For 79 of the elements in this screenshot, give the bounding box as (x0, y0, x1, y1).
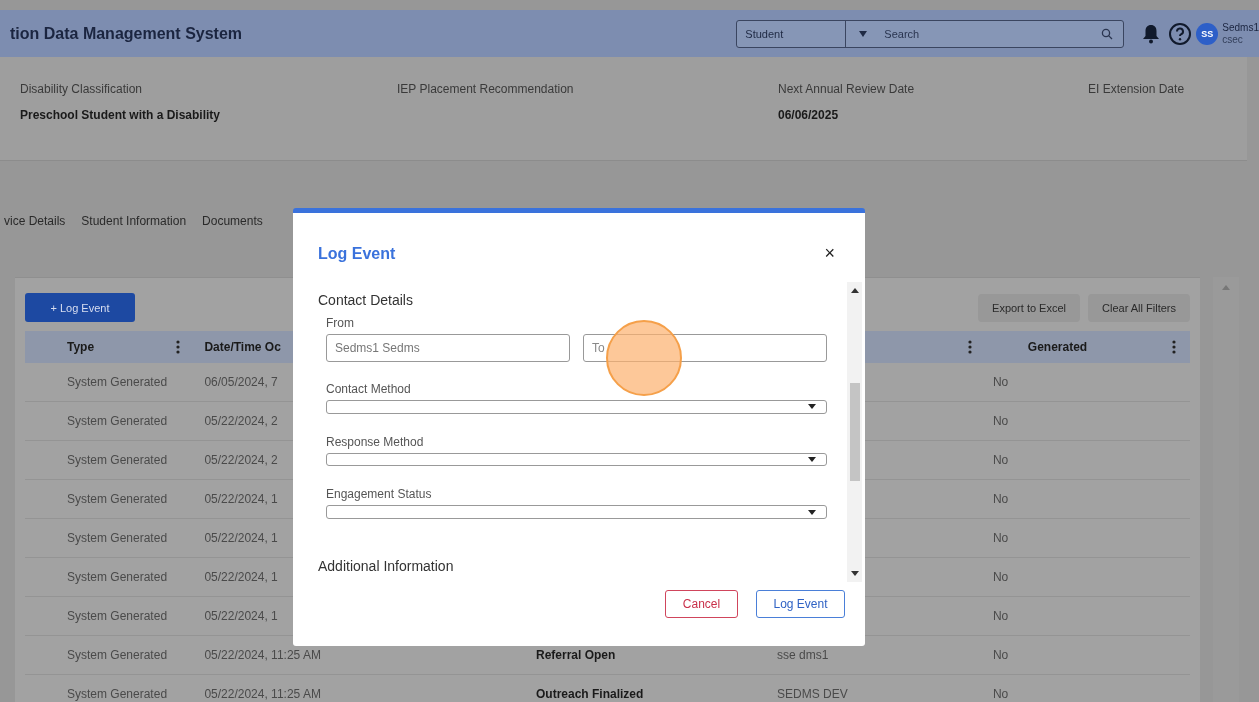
user-avatar[interactable]: SS (1196, 22, 1219, 45)
table-cell: 05/22/2024, 2 (204, 414, 278, 428)
table-cell: No (992, 648, 1009, 662)
search-icon[interactable] (1101, 27, 1114, 40)
scroll-down-icon[interactable] (850, 571, 859, 576)
toolbar-button[interactable]: Clear All Filters (1088, 293, 1190, 322)
scrollbar[interactable] (847, 282, 862, 582)
field-value: 06/06/2025 (778, 108, 840, 122)
column-header[interactable]: Generated (1027, 340, 1088, 354)
dropdown-field[interactable] (326, 400, 827, 414)
table-cell: Referral Open (535, 648, 616, 662)
user-name: Sedms1 (1222, 21, 1259, 34)
field-label: EI Extension Date (1088, 82, 1185, 96)
column-menu-icon[interactable] (967, 340, 972, 354)
table-cell: 05/22/2024, 1 (204, 609, 278, 623)
field-label: From (326, 316, 355, 330)
caret-icon (808, 509, 816, 515)
table-cell: System Generated (67, 453, 168, 467)
scrollbar-thumb[interactable] (849, 383, 860, 481)
table-cell: No (992, 531, 1009, 545)
table-cell: Outreach Finalized (535, 687, 644, 701)
log-event-button[interactable]: + Log Event (25, 293, 135, 322)
table-cell: No (992, 570, 1009, 584)
tab[interactable]: Documents (202, 214, 263, 227)
table-cell: sse dms1 (776, 648, 829, 662)
table-cell: 06/05/2024, 7 (204, 375, 278, 389)
section-heading: Contact Details (318, 292, 414, 308)
table-cell: System Generated (67, 609, 168, 623)
table-cell: System Generated (67, 492, 168, 506)
column-header[interactable]: Date/Time Oc (204, 340, 281, 354)
table-cell: System Generated (67, 570, 168, 584)
tab[interactable]: Student Information (81, 214, 187, 227)
table-cell: 05/22/2024, 1 (204, 570, 278, 584)
toolbar-button[interactable]: Export to Excel (978, 293, 1081, 322)
caret-icon (808, 404, 816, 410)
table-cell: System Generated (67, 648, 168, 662)
field-label: Response Method (326, 434, 425, 449)
dropdown-field[interactable] (326, 505, 827, 519)
app-title: tion Data Management System (10, 24, 244, 43)
caret-icon (808, 457, 816, 462)
table-cell: System Generated (67, 687, 168, 701)
search-field[interactable]: Student Search (736, 19, 1125, 48)
user-role: csec (1222, 33, 1244, 46)
table-cell: 05/22/2024, 11:25 AM (204, 687, 321, 701)
field-label: IEP Placement Recommendation (397, 82, 575, 96)
field-label: Contact Method (326, 382, 412, 396)
table-cell: No (992, 414, 1009, 428)
column-menu-icon[interactable] (176, 340, 181, 354)
table-cell: System Generated (67, 531, 168, 545)
log-event-button[interactable]: Log Event (756, 590, 845, 618)
tab[interactable]: vice Details (4, 214, 66, 227)
close-button[interactable]: × (824, 243, 835, 264)
table-cell: 05/22/2024, 2 (204, 453, 278, 467)
table-cell: 05/22/2024, 1 (204, 492, 278, 506)
field-value: Preschool Student with a Disability (20, 108, 222, 122)
column-menu-icon[interactable] (1172, 340, 1176, 354)
bell-icon[interactable] (1142, 23, 1161, 44)
table-cell: No (992, 375, 1009, 389)
help-icon[interactable] (1168, 21, 1193, 46)
scroll-up-icon[interactable] (850, 288, 859, 293)
table-cell: System Generated (67, 375, 168, 389)
field-label: Next Annual Review Date (778, 82, 916, 96)
cancel-button[interactable]: Cancel (665, 590, 738, 618)
scope-dropdown[interactable]: Student (737, 20, 847, 47)
table-cell: 05/22/2024, 1 (204, 531, 278, 545)
section-heading: Additional Information (318, 558, 455, 574)
table-cell: No (992, 687, 1009, 701)
dropdown-field[interactable] (326, 452, 827, 467)
table-cell: System Generated (67, 414, 168, 428)
table-cell: No (992, 492, 1009, 506)
table-cell: No (992, 609, 1009, 623)
caret-icon (859, 30, 868, 37)
dialog-title: Log Event (318, 244, 396, 263)
column-header[interactable]: Type (67, 340, 95, 354)
table-cell: SEDMS DEV (776, 687, 848, 701)
field-label: Disability Classification (20, 82, 144, 96)
table-cell: No (992, 453, 1009, 467)
table-cell: 05/22/2024, 11:25 AM (204, 648, 321, 662)
field-label: Engagement Status (326, 487, 433, 502)
